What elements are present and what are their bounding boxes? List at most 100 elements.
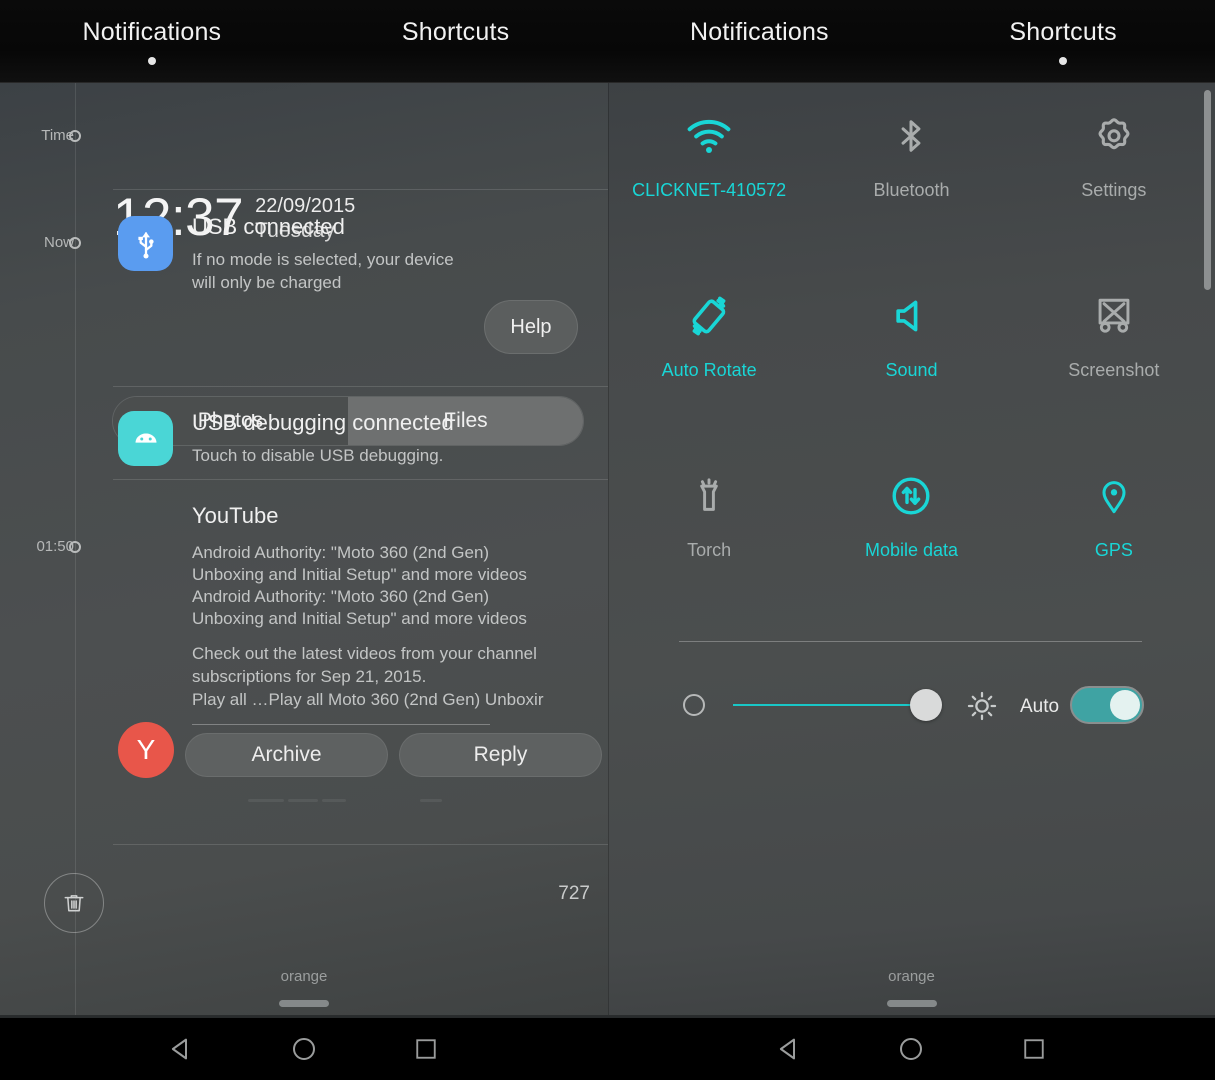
tab-shortcuts-right[interactable]: Shortcuts bbox=[911, 0, 1215, 83]
usb-icon bbox=[118, 216, 173, 271]
header-left-panel: Notifications Shortcuts bbox=[0, 0, 608, 83]
help-button[interactable]: Help bbox=[484, 300, 578, 354]
android-icon bbox=[118, 411, 173, 466]
shortcuts-row: CLICKNET-410572 Bluetooth Settings bbox=[608, 83, 1215, 263]
tab-active-dot bbox=[1059, 57, 1068, 65]
timeline-dot-icon bbox=[69, 237, 81, 249]
navbar-right-group bbox=[608, 1018, 1215, 1080]
gear-icon bbox=[1092, 110, 1136, 162]
archive-button[interactable]: Archive bbox=[185, 733, 388, 777]
shortcut-settings[interactable]: Settings bbox=[1013, 83, 1215, 263]
carrier-label-left: orange bbox=[280, 968, 328, 985]
tab-label: Shortcuts bbox=[1009, 18, 1117, 46]
shortcut-label: GPS bbox=[1094, 540, 1133, 560]
shortcuts-panel: CLICKNET-410572 Bluetooth Settings Auto … bbox=[608, 83, 1215, 1015]
notification-line: Android Authority: "Moto 360 (2nd Gen) bbox=[192, 543, 490, 562]
tab-shortcuts-left[interactable]: Shortcuts bbox=[304, 0, 608, 83]
notification-inner-rule bbox=[192, 724, 490, 725]
tab-notifications-right[interactable]: Notifications bbox=[608, 0, 912, 83]
tab-notifications-left[interactable]: Notifications bbox=[0, 0, 304, 83]
tab-label: Notifications bbox=[82, 18, 222, 46]
notification-expanded-line: subscriptions for Sep 21, 2015. bbox=[192, 667, 427, 686]
auto-brightness-toggle[interactable] bbox=[1070, 686, 1144, 724]
gps-icon bbox=[1094, 470, 1134, 522]
header-right-panel: Notifications Shortcuts bbox=[608, 0, 1215, 83]
home-button[interactable] bbox=[281, 1026, 327, 1072]
notification-divider bbox=[113, 189, 608, 190]
panel-separator bbox=[608, 83, 609, 1015]
shortcut-label: Auto Rotate bbox=[661, 360, 757, 380]
timeline-entry-0150[interactable]: 01:50 bbox=[0, 537, 96, 557]
notification-divider bbox=[113, 844, 608, 845]
recents-icon bbox=[416, 1039, 436, 1059]
home-icon bbox=[900, 1038, 923, 1060]
shortcuts-row: Torch Mobile data GPS bbox=[608, 443, 1215, 623]
recents-icon bbox=[1024, 1039, 1044, 1059]
screenshot-icon bbox=[1092, 290, 1136, 342]
panel-drag-handle-left[interactable] bbox=[279, 1000, 329, 1007]
notification-line: Unboxing and Initial Setup" and more vid… bbox=[192, 565, 527, 584]
timeline-dot-icon bbox=[69, 130, 81, 142]
notification-line: Android Authority: "Moto 360 (2nd Gen) bbox=[192, 587, 490, 606]
brightness-slider-thumb[interactable] bbox=[910, 689, 942, 721]
shortcut-label: Settings bbox=[1081, 180, 1147, 200]
system-navigation-bar bbox=[0, 1018, 1215, 1080]
carrier-label-right: orange bbox=[888, 968, 935, 985]
shortcut-label: Mobile data bbox=[864, 540, 959, 560]
shortcut-sound[interactable]: Sound bbox=[810, 263, 1012, 443]
notification-line: Unboxing and Initial Setup" and more vid… bbox=[192, 609, 527, 628]
brightness-slider-track[interactable] bbox=[733, 704, 925, 706]
torch-icon bbox=[687, 470, 731, 522]
back-button[interactable] bbox=[158, 1026, 204, 1072]
notification-divider bbox=[113, 386, 608, 387]
trash-icon bbox=[64, 895, 84, 912]
vertical-scrollbar[interactable] bbox=[1204, 90, 1211, 290]
back-icon bbox=[172, 1038, 188, 1060]
navbar-left-group bbox=[0, 1018, 608, 1080]
avatar: Y bbox=[118, 722, 174, 778]
wifi-icon bbox=[684, 110, 734, 162]
shortcut-mobile-data[interactable]: Mobile data bbox=[810, 443, 1012, 623]
shortcut-label: Screenshot bbox=[1068, 360, 1160, 380]
notification-divider bbox=[113, 479, 608, 480]
timeline-entry-time[interactable]: Time bbox=[0, 126, 96, 146]
shortcut-torch[interactable]: Torch bbox=[608, 443, 810, 623]
notification-title: YouTube bbox=[192, 503, 279, 528]
clear-all-button[interactable] bbox=[44, 873, 104, 933]
notification-expanded-line: Play all …Play all Moto 360 (2nd Gen) Un… bbox=[192, 690, 544, 709]
tab-label: Notifications bbox=[689, 18, 829, 46]
notification-title: USB debugging connected bbox=[192, 410, 454, 435]
panel-drag-handle-right[interactable] bbox=[886, 1000, 937, 1007]
tab-label: Shortcuts bbox=[401, 18, 510, 46]
sound-icon bbox=[889, 290, 933, 342]
clipped-text-ghost bbox=[288, 799, 318, 802]
tab-active-dot bbox=[147, 57, 156, 65]
shortcut-label: Torch bbox=[687, 540, 732, 560]
mobile-data-icon bbox=[887, 470, 935, 522]
timeline-dot-icon bbox=[69, 541, 81, 553]
shortcut-label: Sound bbox=[885, 360, 938, 380]
panels-container: Time Now 01:50 12:37 22/09/2015 Tuesday bbox=[0, 83, 1215, 1015]
notifications-panel: Time Now 01:50 12:37 22/09/2015 Tuesday bbox=[0, 83, 608, 1015]
shortcut-wifi[interactable]: CLICKNET-410572 bbox=[608, 83, 810, 263]
brightness-high-icon bbox=[967, 691, 997, 721]
auto-brightness-label: Auto bbox=[1020, 696, 1060, 717]
brightness-row: Auto bbox=[608, 672, 1215, 748]
home-button[interactable] bbox=[888, 1026, 934, 1072]
home-icon bbox=[292, 1038, 315, 1060]
shortcut-label: Bluetooth bbox=[873, 180, 950, 200]
recents-button[interactable] bbox=[403, 1026, 449, 1072]
notification-expanded-line: Check out the latest videos from your ch… bbox=[192, 644, 537, 663]
shortcuts-row: Auto Rotate Sound Screenshot bbox=[608, 263, 1215, 443]
toggle-knob bbox=[1110, 690, 1140, 720]
shortcut-screenshot[interactable]: Screenshot bbox=[1013, 263, 1215, 443]
notification-title: USB connected bbox=[192, 214, 345, 239]
back-button[interactable] bbox=[766, 1026, 812, 1072]
shortcut-bluetooth[interactable]: Bluetooth bbox=[810, 83, 1012, 263]
reply-button[interactable]: Reply bbox=[399, 733, 602, 777]
shortcut-gps[interactable]: GPS bbox=[1013, 443, 1215, 623]
timeline-entry-now[interactable]: Now bbox=[0, 233, 96, 253]
recents-button[interactable] bbox=[1011, 1026, 1057, 1072]
shortcut-auto-rotate[interactable]: Auto Rotate bbox=[608, 263, 810, 443]
shortcuts-grid: CLICKNET-410572 Bluetooth Settings Auto … bbox=[608, 83, 1215, 623]
